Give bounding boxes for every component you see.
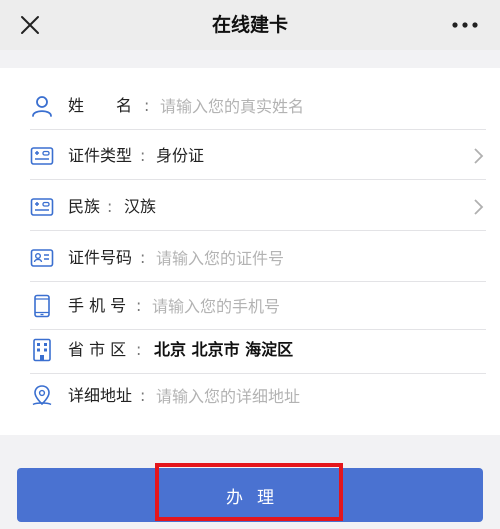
form-row-region[interactable]: 省 市 区 : 北京 北京市 海淀区 bbox=[0, 326, 500, 374]
id-type-value: 身份证 bbox=[156, 146, 205, 165]
ethnicity-colon: : bbox=[107, 197, 113, 216]
name-colon: : bbox=[144, 96, 150, 115]
chevron-right-icon bbox=[474, 199, 484, 215]
phone-colon: : bbox=[136, 296, 142, 315]
id-number-input[interactable] bbox=[156, 245, 456, 271]
id-number-colon: : bbox=[140, 248, 146, 267]
name-input[interactable] bbox=[160, 93, 460, 119]
close-icon bbox=[21, 16, 39, 34]
form-row-ethnicity[interactable]: 民族 : 汉族 bbox=[0, 183, 500, 231]
region-label: 省 市 区 bbox=[68, 340, 127, 359]
region-value: 北京 北京市 海淀区 bbox=[154, 340, 294, 359]
address-label: 详细地址 bbox=[68, 386, 133, 405]
phone-label: 手 机 号 bbox=[68, 296, 127, 315]
more-button[interactable] bbox=[450, 13, 480, 37]
close-button[interactable] bbox=[18, 13, 42, 37]
form-row-id-type[interactable]: 证件类型 : 身份证 bbox=[0, 132, 500, 180]
top-bar: 在线建卡 bbox=[0, 0, 500, 50]
row-divider bbox=[30, 129, 486, 130]
form-row-id-number[interactable]: 证件号码 : bbox=[0, 234, 500, 282]
name-label: 姓 名 bbox=[68, 96, 133, 115]
id-type-colon: : bbox=[140, 146, 146, 165]
chevron-right-icon bbox=[474, 148, 484, 164]
region-colon: : bbox=[136, 340, 142, 359]
form-card: 姓 名 : 证件类型 : 身份证 民族 : 汉族 bbox=[0, 68, 500, 435]
phone-input[interactable] bbox=[152, 293, 452, 319]
id-number-label: 证件号码 bbox=[68, 248, 133, 267]
submit-button[interactable]: 办理 bbox=[17, 468, 483, 522]
ethnicity-value: 汉族 bbox=[124, 197, 157, 216]
page-title: 在线建卡 bbox=[211, 14, 288, 36]
id-card-icon bbox=[30, 147, 54, 165]
ethnicity-label: 民族 bbox=[68, 197, 101, 216]
form-row-name[interactable]: 姓 名 : bbox=[0, 82, 500, 130]
form-row-phone[interactable]: 手 机 号 : bbox=[0, 282, 500, 330]
address-colon: : bbox=[140, 386, 146, 405]
phone-icon bbox=[34, 294, 50, 318]
row-divider bbox=[30, 230, 486, 231]
address-input[interactable] bbox=[156, 383, 456, 409]
id-type-label: 证件类型 bbox=[68, 146, 133, 165]
id-badge-icon bbox=[30, 249, 54, 267]
person-icon bbox=[32, 96, 52, 117]
location-pin-icon bbox=[32, 385, 52, 406]
more-dots-icon bbox=[452, 22, 478, 28]
row-divider bbox=[30, 179, 486, 180]
form-row-address[interactable]: 详细地址 : bbox=[0, 372, 500, 420]
id-card-icon bbox=[30, 198, 54, 216]
building-icon bbox=[33, 338, 51, 362]
